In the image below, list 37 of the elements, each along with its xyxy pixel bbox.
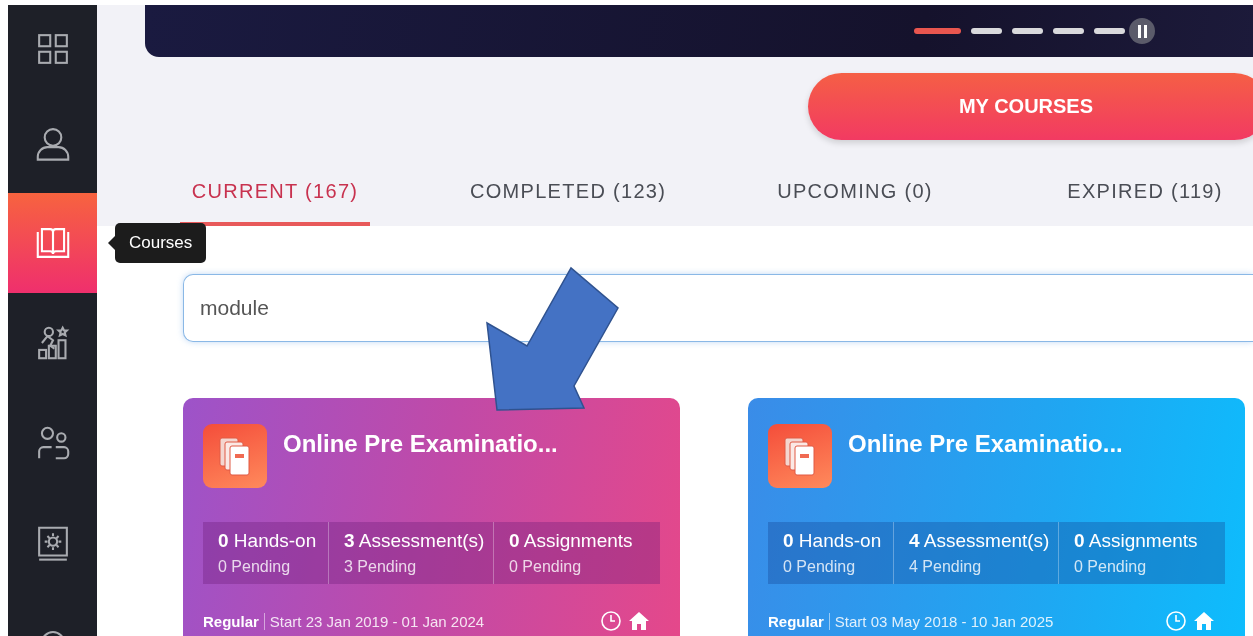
home-icon[interactable] (1193, 610, 1215, 632)
search-field[interactable]: module (183, 274, 1253, 342)
user-icon (34, 125, 71, 161)
stat-label: 4 Assessment(s) (909, 530, 1051, 552)
slide-indicator[interactable] (1012, 28, 1043, 34)
course-dates: Start 23 Jan 2019 - 01 Jan 2024 (268, 612, 485, 630)
tooltip: Courses (107, 223, 207, 263)
course-card[interactable]: Online Pre Examinatio... 0 Hands-on 0 Pending 4 Assessment(s) 4 Pending 0 Assignments 0 Pending Regular Start 03 May 2018 - 10 Jan 2025 (748, 398, 1245, 636)
stat-label: 0 Hands-on (783, 530, 883, 552)
pending-count: 0 Pending (218, 558, 292, 576)
course-type: Regular (203, 612, 265, 630)
course-title[interactable]: Online Pre Examinatio... (283, 430, 558, 458)
pending-count: 4 Pending (909, 558, 983, 576)
course-dates: Start 03 May 2018 - 10 Jan 2025 (833, 612, 1054, 630)
my-courses-button[interactable]: MY COURSES (808, 73, 1253, 140)
clock-icon[interactable] (600, 610, 622, 632)
books-icon (768, 424, 832, 488)
pending-count: 0 Pending (783, 558, 857, 576)
pause-icon[interactable] (1129, 18, 1155, 44)
slide-indicator[interactable] (971, 28, 1002, 34)
stat-label: 3 Assessment(s) (344, 530, 486, 552)
book-icon (34, 225, 71, 261)
books-icon (203, 424, 267, 488)
tab[interactable]: UPCOMING (0) (760, 160, 950, 226)
pending-count: 0 Pending (1074, 558, 1148, 576)
clock-icon[interactable] (1165, 610, 1187, 632)
pending-count: 0 Pending (509, 558, 583, 576)
tab[interactable]: CURRENT (167) (180, 160, 370, 226)
stat-label: 0 Assignments (1074, 530, 1199, 552)
slide-indicator[interactable] (1053, 28, 1084, 34)
tab[interactable]: EXPIRED (119) (1050, 160, 1240, 226)
stat-label: 0 Hands-on (218, 530, 318, 552)
course-type: Regular (768, 612, 830, 630)
pending-count: 3 Pending (344, 558, 418, 576)
home-icon[interactable] (628, 610, 650, 632)
course-card[interactable]: Online Pre Examinatio... 0 Hands-on 0 Pending 3 Assessment(s) 3 Pending 0 Assignments 0 Pending Regular Start 23 Jan 2019 - 01 Jan 2024 (183, 398, 680, 636)
stat-label: 0 Assignments (509, 530, 634, 552)
